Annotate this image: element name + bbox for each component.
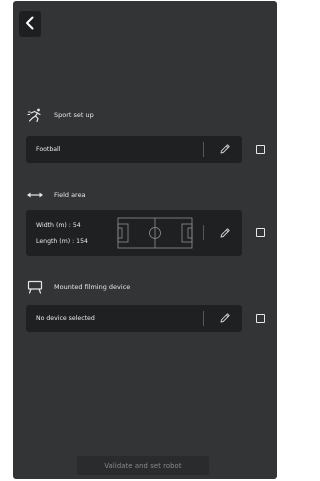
field-section-title: Field area xyxy=(54,191,86,199)
football-pitch-icon xyxy=(115,216,195,254)
pencil-icon[interactable] xyxy=(218,142,232,156)
field-card[interactable]: Width (m) : 54 Length (m) : 154 xyxy=(26,210,242,256)
device-checkbox[interactable] xyxy=(256,314,265,323)
field-width: Width (m) : 54 xyxy=(36,222,81,229)
monitor-mount-icon xyxy=(27,280,45,294)
sport-section-header: Sport set up xyxy=(27,108,94,122)
card-divider xyxy=(203,311,204,326)
pencil-icon[interactable] xyxy=(218,311,232,325)
card-divider xyxy=(203,142,204,157)
device-value: No device selected xyxy=(36,315,95,322)
double-arrow-icon xyxy=(27,188,45,202)
field-length: Length (m) : 154 xyxy=(36,238,88,245)
device-section-title: Mounted filming device xyxy=(54,283,131,291)
running-person-icon xyxy=(27,108,45,122)
field-section-header: Field area xyxy=(27,188,86,202)
chevron-left-icon xyxy=(25,15,35,34)
card-divider xyxy=(203,225,204,240)
validate-button[interactable]: Validate and set robot xyxy=(77,456,209,475)
field-checkbox[interactable] xyxy=(256,228,265,237)
sport-value: Football xyxy=(36,146,61,153)
sport-card[interactable]: Football xyxy=(26,136,242,163)
sport-section-title: Sport set up xyxy=(54,111,94,119)
pencil-icon[interactable] xyxy=(218,226,232,240)
device-card[interactable]: No device selected xyxy=(26,305,242,332)
sport-checkbox[interactable] xyxy=(256,145,265,154)
back-button[interactable] xyxy=(19,11,41,37)
app-screen: Sport set up Football Field area Width (… xyxy=(13,1,277,479)
device-section-header: Mounted filming device xyxy=(27,280,130,294)
